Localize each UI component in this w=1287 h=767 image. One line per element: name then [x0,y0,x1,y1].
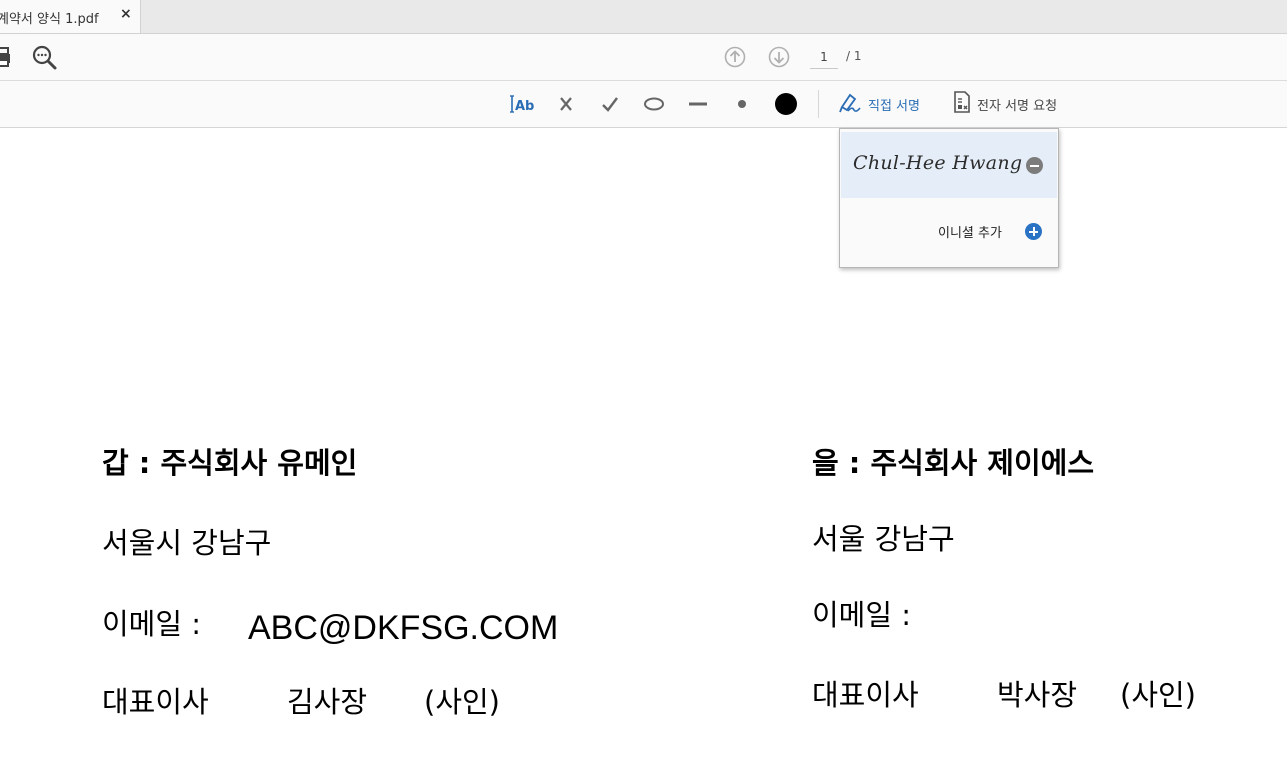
signature-dropdown: Chul-Hee Hwang 이니셜 추가 [839,128,1059,268]
page-number-input[interactable] [810,46,838,69]
page-up-icon[interactable] [724,46,746,72]
signature-preview: Chul-Hee Hwang [853,152,1023,174]
party-b-sign: (사인) [1120,678,1196,712]
tab-title: 계약서 양식 1.pdf [0,12,99,27]
request-esign-label: 전자 서명 요청 [977,98,1058,114]
party-a-sign: (사인) [424,685,500,719]
line-icon[interactable] [685,91,711,117]
document-tab[interactable]: 계약서 양식 1.pdf × [0,0,141,33]
party-a-heading: 갑 : 주식회사 유메인 [102,446,358,480]
party-a-address: 서울시 강남구 [102,526,272,560]
small-dot-icon[interactable] [729,91,755,117]
tab-close-button[interactable]: × [120,6,132,22]
document-sign-icon [953,91,971,117]
page-total: / 1 [846,49,862,63]
party-a-email-value[interactable]: ABC@DKFSG.COM [248,609,558,648]
party-b-address: 서울 강남구 [812,522,955,556]
party-b-heading: 을 : 주식회사 제이에스 [812,446,1095,480]
self-sign-label: 직접 서명 [868,98,920,114]
party-b-ceo-name: 박사장 [997,678,1078,712]
checkmark-icon[interactable] [597,91,623,117]
add-initial-label[interactable]: 이니셜 추가 [938,222,1002,241]
svg-text:Ab: Ab [515,99,534,114]
self-sign-button[interactable]: 직접 서명 [838,91,920,117]
remove-signature-icon[interactable] [1026,157,1043,174]
toolbar-divider [818,90,819,118]
party-b-ceo-label: 대표이사 [812,678,919,712]
party-a-email-label: 이메일 : [102,607,202,641]
party-a-ceo-name: 김사장 [287,685,368,719]
party-a-ceo-label: 대표이사 [102,685,209,719]
party-b-email-label: 이메일 : [812,598,912,632]
print-icon[interactable] [0,46,12,72]
main-toolbar: / 1 [0,34,1287,81]
cross-icon[interactable] [553,91,579,117]
tab-strip: 계약서 양식 1.pdf × [0,0,1287,34]
fill-sign-toolbar: Ab 직접 서명 전자 서명 요청 [0,81,1287,128]
zoom-icon[interactable] [32,45,58,75]
saved-signature[interactable]: Chul-Hee Hwang [841,132,1057,198]
fountain-pen-icon [838,91,862,117]
ellipse-icon[interactable] [641,91,667,117]
text-field-icon[interactable]: Ab [509,91,535,117]
request-esign-button[interactable]: 전자 서명 요청 [953,91,1057,117]
page-down-icon[interactable] [768,46,790,72]
add-initial-icon[interactable] [1025,223,1042,240]
large-dot-icon[interactable] [773,91,799,117]
